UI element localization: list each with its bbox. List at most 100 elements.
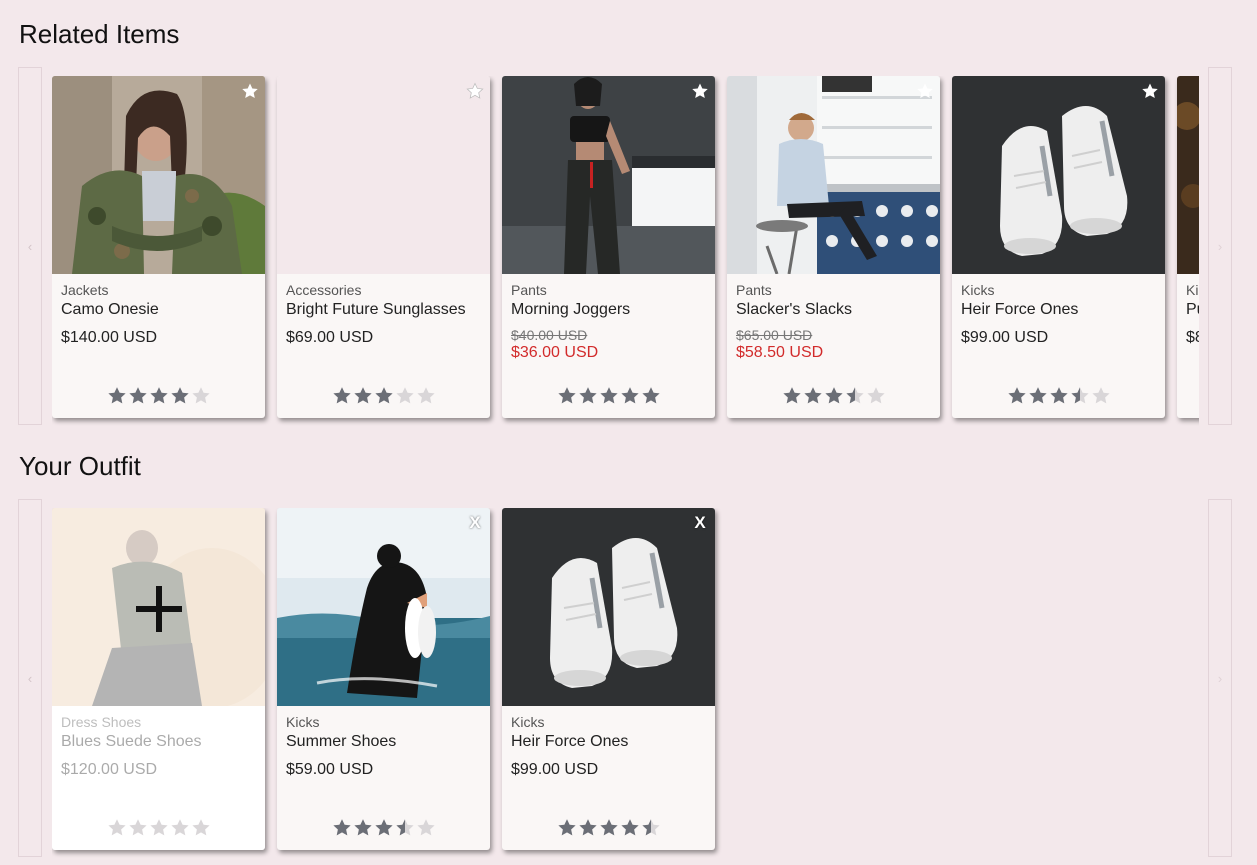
product-name[interactable]: Summer Shoes	[286, 732, 484, 752]
star-icon	[128, 818, 148, 838]
star-rating	[52, 818, 265, 838]
star-icon	[866, 386, 886, 406]
product-category: Kicks	[961, 282, 995, 298]
star-icon	[1028, 386, 1048, 406]
star-rating	[727, 386, 940, 406]
related-carousel: Jackets Camo Onesie $140.00 USD Accessor…	[52, 76, 1199, 426]
product-image-placeholder[interactable]	[277, 76, 490, 274]
product-price: $140.00 USD	[61, 329, 158, 346]
star-icon	[557, 818, 577, 838]
star-icon	[1142, 83, 1158, 99]
outfit-card[interactable]: X Kicks Summer Shoes $59.00 USD	[277, 508, 490, 850]
product-price: $69.00 USD	[286, 329, 374, 346]
star-icon	[170, 386, 190, 406]
plus-icon[interactable]	[136, 586, 182, 632]
star-icon	[353, 386, 373, 406]
chevron-left-icon: ‹	[27, 670, 33, 686]
star-rating	[277, 386, 490, 406]
card-info: Jackets Camo Onesie $140.00 USD	[61, 282, 259, 347]
star-icon	[332, 818, 352, 838]
star-rating	[277, 818, 490, 838]
compare-star-button[interactable]	[464, 80, 486, 102]
product-price: $120.00 USD	[61, 761, 158, 778]
star-icon	[803, 386, 823, 406]
star-icon	[557, 386, 577, 406]
star-rating	[52, 386, 265, 406]
remove-outfit-button[interactable]: X	[464, 512, 486, 534]
close-icon: X	[694, 513, 706, 532]
related-prev-arrow[interactable]: ‹	[18, 67, 42, 425]
star-icon	[578, 818, 598, 838]
star-icon	[191, 386, 211, 406]
related-card[interactable]: Kicks Heir Force Ones $99.00 USD	[952, 76, 1165, 418]
star-icon	[620, 386, 640, 406]
star-icon	[1007, 386, 1027, 406]
product-image[interactable]	[502, 508, 715, 706]
outfit-card[interactable]: X Kicks Heir Force Ones $99.00 USD	[502, 508, 715, 850]
product-category: Pants	[736, 282, 772, 298]
product-image[interactable]	[952, 76, 1165, 274]
star-icon	[149, 818, 169, 838]
product-price: $8	[1186, 329, 1199, 346]
product-name[interactable]: Morning Joggers	[511, 300, 709, 320]
star-icon	[149, 386, 169, 406]
star-icon	[395, 818, 415, 838]
star-icon	[620, 818, 640, 838]
compare-star-button[interactable]	[239, 80, 261, 102]
star-icon	[107, 818, 127, 838]
related-next-arrow[interactable]: ›	[1208, 67, 1232, 425]
outfit-prev-arrow[interactable]: ‹	[18, 499, 42, 857]
related-card[interactable]: Jackets Camo Onesie $140.00 USD	[52, 76, 265, 418]
remove-outfit-button[interactable]: X	[689, 512, 711, 534]
star-icon	[824, 386, 844, 406]
related-card[interactable]: Pants Morning Joggers $40.00 USD $36.00 …	[502, 76, 715, 418]
product-category: Kicks	[286, 714, 320, 730]
compare-star-button[interactable]	[914, 80, 936, 102]
star-icon	[395, 386, 415, 406]
product-category: Accessories	[286, 282, 362, 298]
star-icon	[128, 386, 148, 406]
compare-star-button[interactable]	[689, 80, 711, 102]
related-card[interactable]: Pants Slacker's Slacks $65.00 USD $58.50…	[727, 76, 940, 418]
star-icon	[107, 386, 127, 406]
star-icon	[782, 386, 802, 406]
star-icon	[1070, 386, 1090, 406]
product-name[interactable]: Heir Force Ones	[511, 732, 709, 752]
star-icon	[332, 386, 352, 406]
related-card[interactable]: Accessories Bright Future Sunglasses $69…	[277, 76, 490, 418]
star-rating	[952, 386, 1165, 406]
card-info: Kicks Heir Force Ones $99.00 USD	[961, 282, 1159, 347]
compare-star-button[interactable]	[1139, 80, 1161, 102]
close-icon: X	[469, 513, 481, 532]
product-image[interactable]	[52, 76, 265, 274]
product-category: Pants	[511, 282, 547, 298]
product-image[interactable]	[1177, 76, 1199, 274]
star-icon	[374, 386, 394, 406]
product-image[interactable]	[727, 76, 940, 274]
product-price: $99.00 USD	[511, 761, 599, 778]
product-name[interactable]: Slacker's Slacks	[736, 300, 934, 320]
product-name[interactable]: Heir Force Ones	[961, 300, 1159, 320]
product-image[interactable]	[502, 76, 715, 274]
card-info: Dress Shoes Blues Suede Shoes $120.00 US…	[61, 714, 259, 779]
outfit-carousel: Dress Shoes Blues Suede Shoes $120.00 US…	[52, 508, 1199, 858]
star-icon	[191, 818, 211, 838]
star-icon	[599, 386, 619, 406]
chevron-left-icon: ‹	[27, 238, 33, 254]
chevron-right-icon: ›	[1217, 238, 1223, 254]
star-icon	[578, 386, 598, 406]
star-rating	[502, 386, 715, 406]
star-icon	[845, 386, 865, 406]
add-to-outfit-card[interactable]: Dress Shoes Blues Suede Shoes $120.00 US…	[52, 508, 265, 850]
product-name[interactable]: Pu	[1186, 300, 1199, 320]
product-name[interactable]: Bright Future Sunglasses	[286, 300, 484, 320]
star-icon	[242, 83, 258, 99]
star-icon	[641, 386, 661, 406]
card-info: Kicks Heir Force Ones $99.00 USD	[511, 714, 709, 779]
product-name[interactable]: Camo Onesie	[61, 300, 259, 320]
product-category: Jackets	[61, 282, 109, 298]
related-card[interactable]: Ki Pu $8	[1177, 76, 1199, 418]
product-image[interactable]	[277, 508, 490, 706]
product-category: Kicks	[511, 714, 545, 730]
outfit-next-arrow[interactable]: ›	[1208, 499, 1232, 857]
